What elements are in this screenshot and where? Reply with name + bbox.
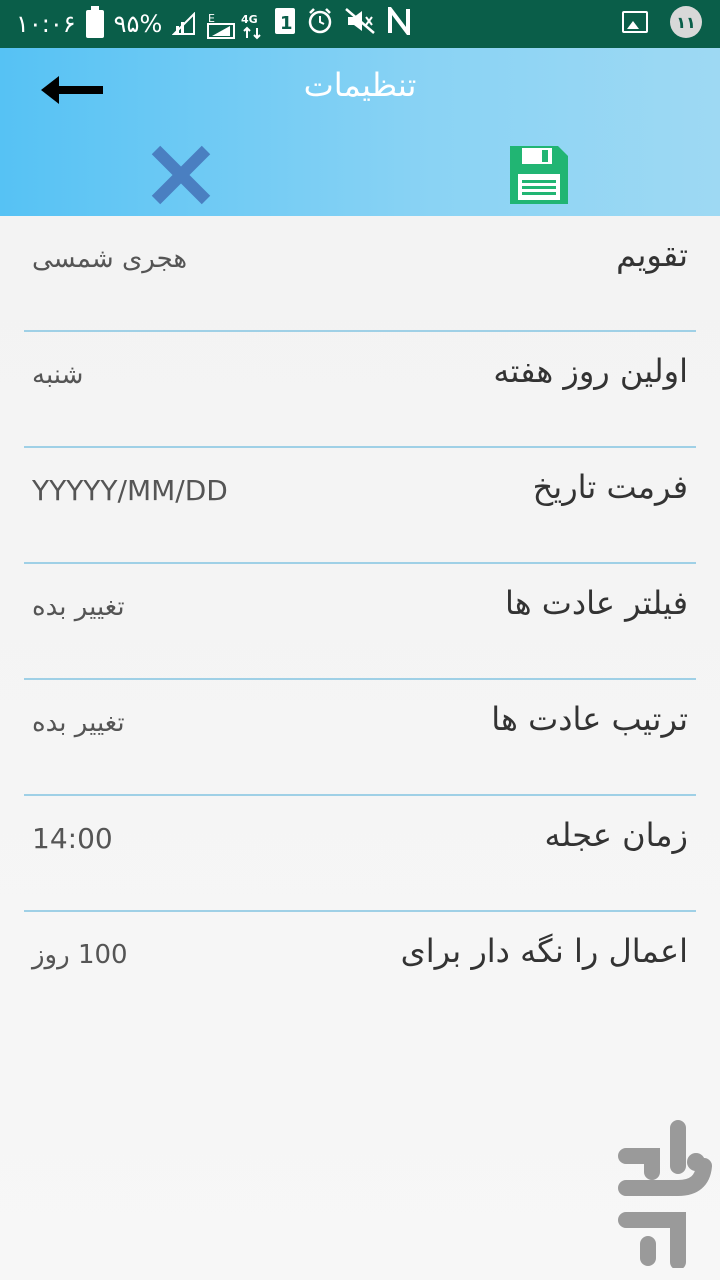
setting-calendar[interactable]: تقویم هجری شمسی — [24, 216, 696, 332]
svg-text:4G: 4G — [241, 13, 258, 26]
setting-label: اولین روز هفته — [493, 352, 688, 390]
save-button[interactable] — [508, 144, 570, 206]
cancel-button[interactable] — [150, 144, 212, 206]
setting-value: YYYYY/MM/DD — [32, 474, 228, 507]
setting-rush-time[interactable]: زمان عجله 14:00 — [24, 796, 696, 912]
setting-value: 100 روز — [32, 940, 128, 970]
setting-habit-filter[interactable]: فیلتر عادت ها تغییر بده — [24, 564, 696, 680]
setting-first-day-of-week[interactable]: اولین روز هفته شنبه — [24, 332, 696, 448]
bazaar-logo-icon — [612, 1116, 720, 1270]
floppy-disk-icon — [510, 146, 568, 204]
setting-value: شنبه — [32, 360, 84, 390]
settings-list: تقویم هجری شمسی اولین روز هفته شنبه فرمت… — [24, 216, 696, 1028]
signal-icon — [172, 12, 196, 36]
setting-label: فیلتر عادت ها — [504, 584, 688, 622]
setting-date-format[interactable]: فرمت تاریخ YYYYY/MM/DD — [24, 448, 696, 564]
svg-text:1: 1 — [280, 13, 293, 34]
battery-percent: ۹۵% — [113, 10, 163, 38]
setting-habit-order[interactable]: ترتیب عادت ها تغییر بده — [24, 680, 696, 796]
setting-value: هجری شمسی — [32, 244, 188, 274]
mute-icon — [344, 7, 376, 41]
page-title: تنظیمات — [303, 66, 417, 104]
alarm-icon — [306, 7, 334, 41]
status-bar: ۱۰:۰۶ ۹۵% E 4G 1 ۱۱ — [0, 0, 720, 48]
app-header: تنظیمات — [0, 48, 720, 216]
setting-label: فرمت تاریخ — [532, 468, 688, 506]
setting-value: تغییر بده — [32, 708, 125, 738]
image-notification-icon — [622, 11, 648, 33]
nfc-icon — [386, 2, 412, 41]
setting-keep-actions[interactable]: اعمال را نگه دار برای 100 روز — [24, 912, 696, 1028]
setting-label: ترتیب عادت ها — [491, 700, 688, 738]
close-icon — [151, 145, 211, 205]
signal-e-icon: E — [206, 12, 236, 39]
setting-value: تغییر بده — [32, 592, 125, 622]
signal-4g-icon: 4G — [240, 12, 264, 40]
setting-label: زمان عجله — [544, 816, 688, 854]
sim-1-icon: 1 — [274, 7, 296, 41]
setting-label: تقویم — [616, 236, 688, 274]
setting-value: 14:00 — [32, 822, 113, 855]
notification-badge: ۱۱ — [670, 6, 702, 38]
status-time: ۱۰:۰۶ — [16, 10, 76, 38]
setting-label: اعمال را نگه دار برای — [400, 932, 688, 970]
battery-icon — [85, 6, 104, 38]
